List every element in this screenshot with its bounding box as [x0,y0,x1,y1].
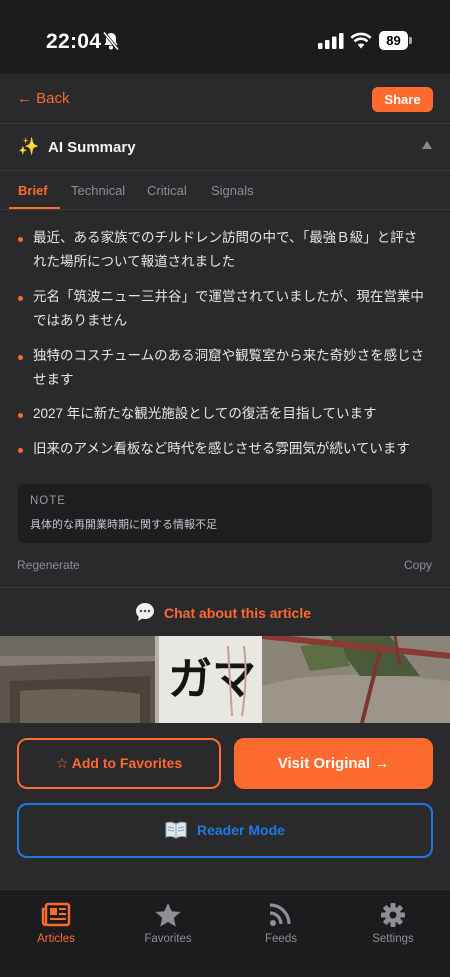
note-text: 具体的な再開業時期に関する情報不足 [30,519,217,531]
bullet-dot [18,355,23,360]
sparkles-icon: ✨ [18,137,40,156]
battery-indicator: 89 [379,31,413,51]
share-button[interactable]: Share [372,87,433,112]
article-photo: ガマ [0,636,450,723]
copy-button[interactable]: Copy [404,558,432,572]
reader-mode-label: Reader Mode [197,822,285,838]
bullet-text: 最近、ある家族でのチルドレン訪問の中で、「最強Ｂ級」と評された場所について報道さ… [33,230,418,269]
newspaper-icon [41,902,71,927]
star-icon [155,903,181,927]
active-tab-indicator [9,207,60,209]
status-time: 22:04 [46,30,102,53]
photo-sign-text: ガマ [168,654,256,705]
tab-settings-label: Settings [372,933,414,945]
tab-signals[interactable]: Signals [211,183,254,198]
rss-icon [269,903,291,926]
tab-feeds-label: Feeds [265,933,297,945]
tab-critical[interactable]: Critical [147,183,187,198]
bullet-text: 2027 年に新たな観光施設としての復活を目指しています [33,406,377,421]
battery-level: 89 [379,31,408,50]
wifi-icon [350,32,372,49]
collapse-chevron-icon[interactable] [422,141,432,149]
status-bar: 22:04 89 [0,0,450,74]
top-bar: ← Back Share [0,74,450,124]
visit-original-button[interactable]: Visit Original → [234,738,433,789]
bullet-dot [18,296,23,301]
article-photo-image: ガマ [0,636,450,723]
bullet-dot [18,237,23,242]
tab-articles-label: Articles [37,933,75,945]
summary-tabs: Brief Technical Critical Signals [0,172,450,210]
tab-feeds[interactable]: Feeds [236,902,326,945]
bullet-dot [18,413,23,418]
tab-technical[interactable]: Technical [71,183,125,198]
note-label: NOTE [30,495,66,507]
bottom-tab-bar: Articles Favorites Feeds Settings [0,889,450,977]
bullet-dot [18,448,23,453]
bullet-text: 元名「筑波ニュー三井谷」で運営されていましたが、現在営業中ではありません [33,289,424,328]
tab-brief[interactable]: Brief [18,183,48,198]
add-to-favorites-button[interactable]: ☆ Add to Favorites [17,738,221,789]
book-icon [165,821,187,839]
tab-settings[interactable]: Settings [348,902,438,945]
regenerate-button[interactable]: Regenerate [17,558,80,572]
tab-favorites[interactable]: Favorites [123,902,213,945]
note-box: NOTE 具体的な再開業時期に関する情報不足 [18,484,432,543]
ai-summary-title: AI Summary [48,139,136,156]
ai-summary-header[interactable]: ✨ AI Summary [0,125,450,171]
chat-about-article-button[interactable]: Chat about this article [0,588,450,636]
bell-slash-icon [102,31,120,51]
bullet-text: 独特のコスチュームのある洞窟や観覧室から来た奇妙さを感じさせます [33,348,425,387]
cellular-signal-icon [318,33,344,49]
tab-articles[interactable]: Articles [11,902,101,945]
chat-label: Chat about this article [164,605,312,621]
speech-bubble-icon [136,603,154,621]
reader-mode-button[interactable]: Reader Mode [17,803,433,858]
back-button[interactable]: ← Back [17,90,70,107]
bullet-text: 旧来のアメン看板など時代を感じさせる雰囲気が続いています [33,441,410,456]
tab-favorites-label: Favorites [144,933,192,945]
gear-icon [381,903,405,927]
